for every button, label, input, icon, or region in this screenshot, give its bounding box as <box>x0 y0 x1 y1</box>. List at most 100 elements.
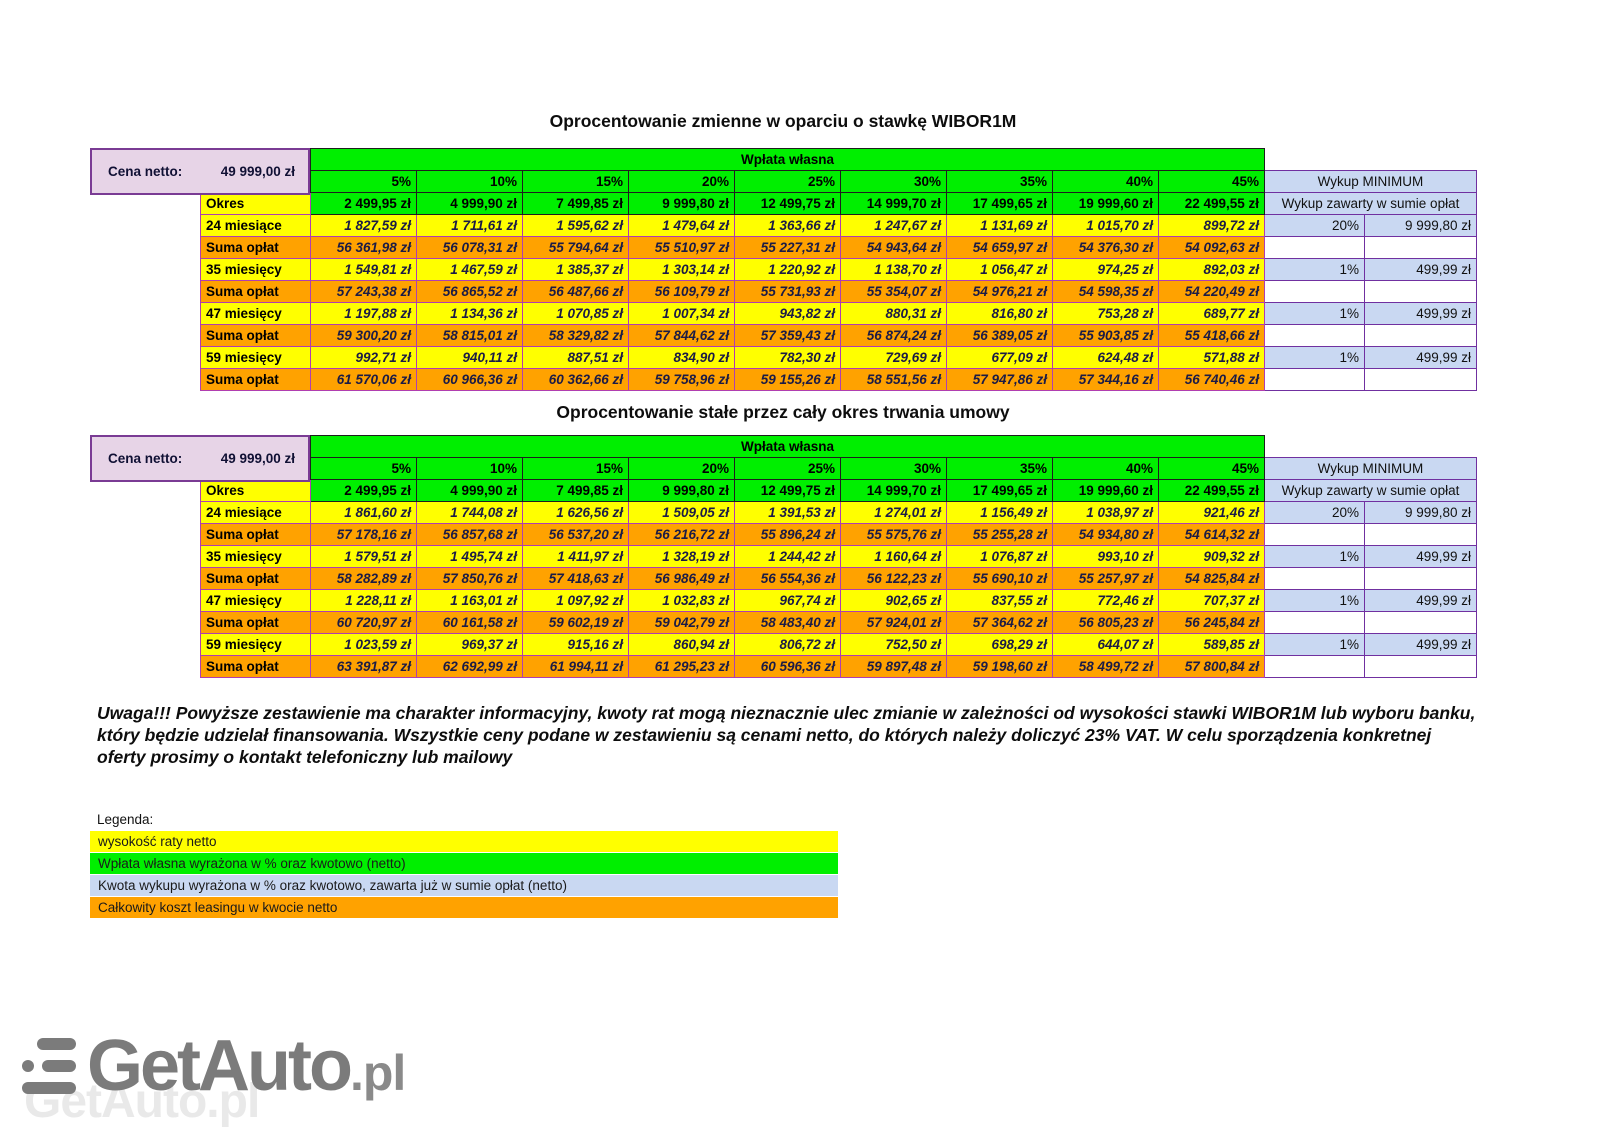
rate-value: 1 138,70 zł <box>841 259 947 281</box>
suma-value: 58 329,82 zł <box>523 325 629 347</box>
rate-value: 1 023,59 zł <box>311 634 417 656</box>
rate-value: 834,90 zł <box>629 347 735 369</box>
period-label: 35 miesięcy <box>201 546 311 568</box>
suma-value: 58 282,89 zł <box>311 568 417 590</box>
suma-value: 59 155,26 zł <box>735 369 841 391</box>
rate-value: 1 595,62 zł <box>523 215 629 237</box>
percent-header: 40% <box>1053 458 1159 480</box>
rate-value: 1 032,83 zł <box>629 590 735 612</box>
suma-value: 61 994,11 zł <box>523 656 629 678</box>
wplata-wlasna-header: Wpłata własna <box>311 149 1265 171</box>
period-label: 59 miesięcy <box>201 634 311 656</box>
wykup-minimum-header: Wykup MINIMUM <box>1265 458 1477 480</box>
suma-value: 60 596,36 zł <box>735 656 841 678</box>
rate-value: 1 363,66 zł <box>735 215 841 237</box>
suma-value: 56 361,98 zł <box>311 237 417 259</box>
suma-value: 62 692,99 zł <box>417 656 523 678</box>
rate-value: 1 711,61 zł <box>417 215 523 237</box>
percent-header: 40% <box>1053 171 1159 193</box>
rate-value: 752,50 zł <box>841 634 947 656</box>
okres-value: 22 499,55 zł <box>1159 193 1265 215</box>
wykup-percent: 20% <box>1265 215 1365 237</box>
wykup-empty <box>1265 237 1365 259</box>
okres-value: 17 499,65 zł <box>947 480 1053 502</box>
cena-netto-value: 49 999,00 zł <box>221 451 295 466</box>
icon-bar-middle <box>42 1060 76 1072</box>
rate-value: 993,10 zł <box>1053 546 1159 568</box>
rate-value: 1 626,56 zł <box>523 502 629 524</box>
rate-value: 1 015,70 zł <box>1053 215 1159 237</box>
suma-value: 57 418,63 zł <box>523 568 629 590</box>
suma-value: 56 857,68 zł <box>417 524 523 546</box>
legend-item-rata: wysokość raty netto <box>90 831 838 852</box>
wykup-empty <box>1265 281 1365 303</box>
rate-value: 943,82 zł <box>735 303 841 325</box>
suma-value: 54 976,21 zł <box>947 281 1053 303</box>
percent-header: 15% <box>523 458 629 480</box>
suma-value: 54 825,84 zł <box>1159 568 1265 590</box>
wykup-minimum-header: Wykup MINIMUM <box>1265 171 1477 193</box>
legend-title: Legenda: <box>97 812 153 827</box>
suma-value: 54 092,63 zł <box>1159 237 1265 259</box>
percent-header: 30% <box>841 458 947 480</box>
rate-value: 860,94 zł <box>629 634 735 656</box>
rate-value: 1 247,67 zł <box>841 215 947 237</box>
suma-value: 56 389,05 zł <box>947 325 1053 347</box>
suma-value: 55 227,31 zł <box>735 237 841 259</box>
percent-header: 5% <box>311 171 417 193</box>
legend-item-koszt: Całkowity koszt leasingu w kwocie netto <box>90 897 838 918</box>
suma-value: 55 690,10 zł <box>947 568 1053 590</box>
cena-netto-value: 49 999,00 zł <box>221 164 295 179</box>
suma-value: 57 800,84 zł <box>1159 656 1265 678</box>
top-right-spacer <box>1265 436 1477 458</box>
wykup-amount: 499,99 zł <box>1365 546 1477 568</box>
suma-value: 57 178,16 zł <box>311 524 417 546</box>
rate-value: 1 385,37 zł <box>523 259 629 281</box>
wykup-amount: 9 999,80 zł <box>1365 502 1477 524</box>
rate-value: 689,77 zł <box>1159 303 1265 325</box>
rate-value: 1 411,97 zł <box>523 546 629 568</box>
suma-value: 56 122,23 zł <box>841 568 947 590</box>
suma-value: 63 391,87 zł <box>311 656 417 678</box>
icon-bar-top <box>37 1038 76 1050</box>
wykup-empty <box>1365 656 1477 678</box>
suma-value: 54 659,97 zł <box>947 237 1053 259</box>
rates-table: Wpłata własna5%10%15%20%25%30%35%40%45%W… <box>200 435 1477 678</box>
percent-header: 30% <box>841 171 947 193</box>
wykup-amount: 9 999,80 zł <box>1365 215 1477 237</box>
percent-header: 10% <box>417 171 523 193</box>
wykup-zawarty-header: Wykup zawarty w sumie opłat <box>1265 480 1477 502</box>
suma-label: Suma opłat <box>201 369 311 391</box>
period-label: 35 miesięcy <box>201 259 311 281</box>
rate-value: 644,07 zł <box>1053 634 1159 656</box>
rate-value: 806,72 zł <box>735 634 841 656</box>
rate-value: 1 220,92 zł <box>735 259 841 281</box>
percent-header: 45% <box>1159 171 1265 193</box>
table-title-fixed-rate: Oprocentowanie stałe przez cały okres tr… <box>90 402 1476 423</box>
suma-value: 61 295,23 zł <box>629 656 735 678</box>
logo-wordmark: GetAuto.pl <box>87 1030 405 1102</box>
wykup-empty <box>1365 325 1477 347</box>
suma-value: 59 042,79 zł <box>629 612 735 634</box>
rate-value: 880,31 zł <box>841 303 947 325</box>
rate-value: 772,46 zł <box>1053 590 1159 612</box>
suma-value: 55 731,93 zł <box>735 281 841 303</box>
rate-value: 1 509,05 zł <box>629 502 735 524</box>
rate-value: 1 134,36 zł <box>417 303 523 325</box>
suma-label: Suma opłat <box>201 568 311 590</box>
rate-value: 1 579,51 zł <box>311 546 417 568</box>
suma-value: 54 614,32 zł <box>1159 524 1265 546</box>
period-label: 47 miesięcy <box>201 303 311 325</box>
period-label: 24 miesiące <box>201 215 311 237</box>
rate-value: 837,55 zł <box>947 590 1053 612</box>
suma-value: 54 934,80 zł <box>1053 524 1159 546</box>
suma-value: 60 161,58 zł <box>417 612 523 634</box>
okres-value: 19 999,60 zł <box>1053 480 1159 502</box>
period-label: 59 miesięcy <box>201 347 311 369</box>
suma-value: 59 758,96 zł <box>629 369 735 391</box>
okres-value: 4 999,90 zł <box>417 193 523 215</box>
rate-value: 1 328,19 zł <box>629 546 735 568</box>
wykup-empty <box>1265 524 1365 546</box>
rate-value: 1 244,42 zł <box>735 546 841 568</box>
rate-value: 1 467,59 zł <box>417 259 523 281</box>
